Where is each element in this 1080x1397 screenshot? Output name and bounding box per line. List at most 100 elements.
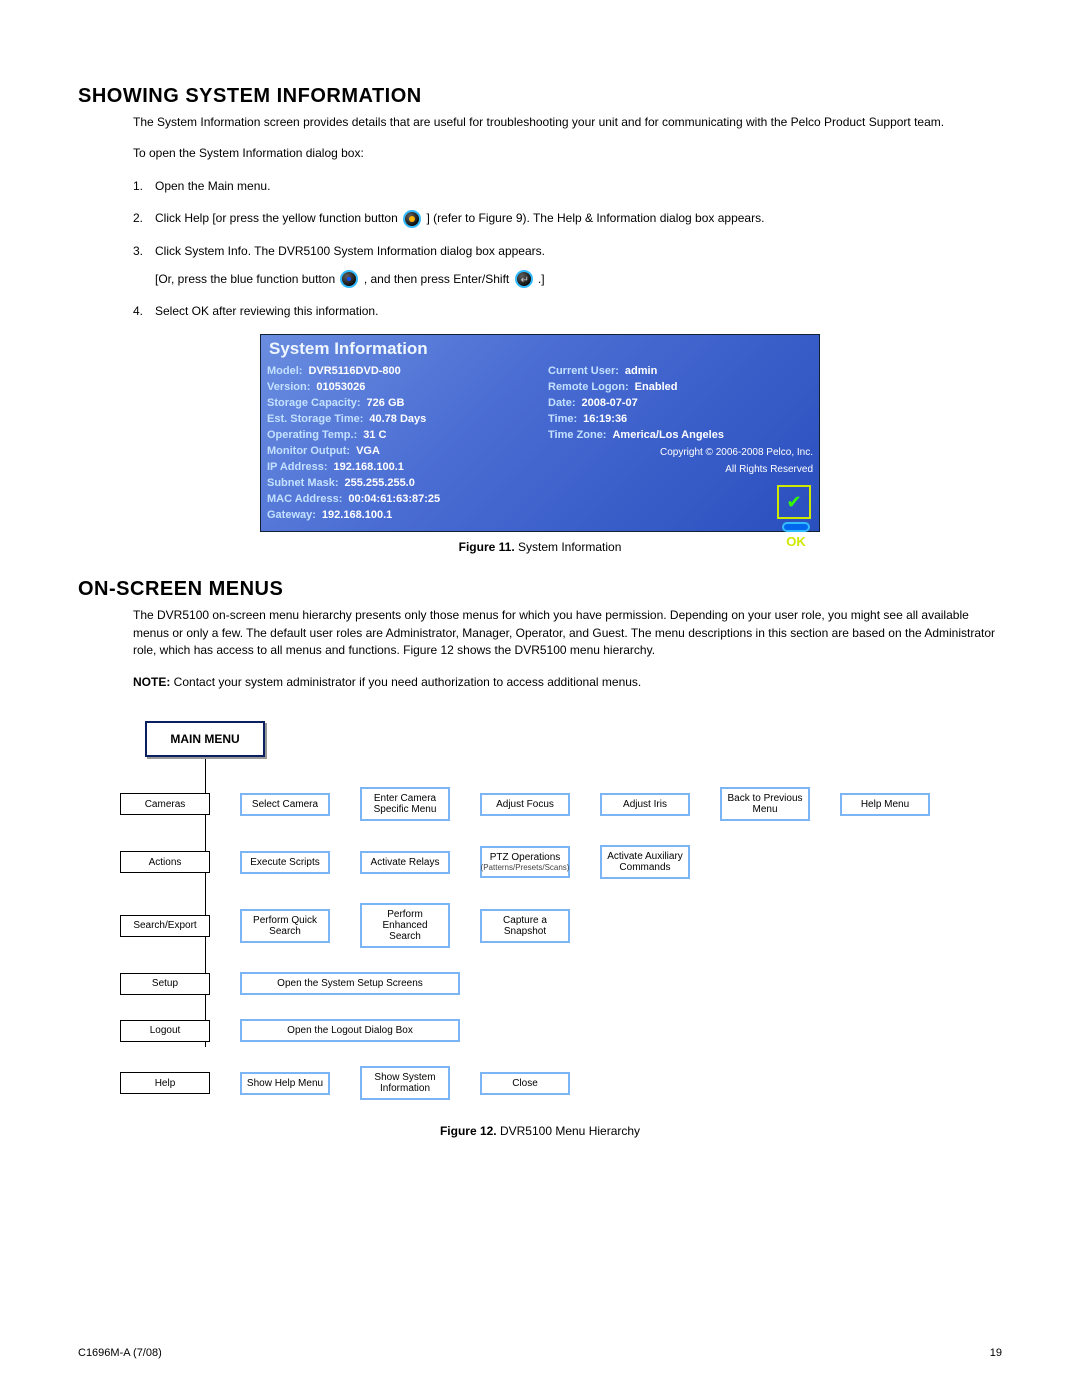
enter-shift-button-icon — [515, 270, 533, 288]
monitor-value: VGA — [356, 445, 380, 457]
section1-intro: The System Information screen provides d… — [133, 114, 1002, 131]
cameras-box: Cameras — [120, 793, 210, 815]
select-camera-box: Select Camera — [240, 793, 330, 816]
step4-text: Select OK after reviewing this informati… — [155, 302, 1002, 320]
open-logout-dialog-box: Open the Logout Dialog Box — [240, 1019, 460, 1042]
steps-list: 1. Open the Main menu. 2. Click Help [or… — [133, 177, 1002, 321]
current-user-value: admin — [625, 365, 657, 377]
yellow-function-button-icon — [403, 210, 421, 228]
menu-hierarchy-diagram: MAIN MENU Cameras Select Camera Enter Ca… — [120, 721, 960, 1100]
current-user-label: Current User: — [548, 365, 619, 377]
footer-left: C1696M-A (7/08) — [78, 1347, 162, 1359]
date-label: Date: — [548, 397, 576, 409]
step3-sub-b: , and then press Enter/Shift — [364, 272, 509, 286]
page-footer: C1696M-A (7/08) 19 — [78, 1347, 1002, 1359]
blue-function-button-icon — [340, 270, 358, 288]
monitor-label: Monitor Output: — [267, 445, 350, 457]
ok-check-icon[interactable]: ✔ — [777, 485, 811, 519]
help-menu-box: Help Menu — [840, 793, 930, 816]
note-bold: NOTE: — [133, 675, 170, 689]
figure12-caption: Figure 12. DVR5100 Menu Hierarchy — [78, 1124, 1002, 1138]
time-value: 16:19:36 — [583, 413, 627, 425]
fig12-bold: Figure 12. — [440, 1124, 497, 1138]
back-to-previous-box: Back to Previous Menu — [720, 787, 810, 821]
step2-text: Click Help [or press the yellow function… — [155, 209, 1002, 228]
est-storage-label: Est. Storage Time: — [267, 413, 363, 425]
show-system-info-box: Show System Information — [360, 1066, 450, 1100]
execute-scripts-box: Execute Scripts — [240, 851, 330, 874]
section2-note: NOTE: Contact your system administrator … — [133, 674, 1002, 691]
fig12-text: DVR5100 Menu Hierarchy — [497, 1124, 640, 1138]
quick-search-box: Perform Quick Search — [240, 909, 330, 943]
time-label: Time: — [548, 413, 577, 425]
section1-openline: To open the System Information dialog bo… — [133, 145, 1002, 162]
step2b: ] (refer to Figure 9). The Help & Inform… — [426, 211, 764, 225]
fig11-bold: Figure 11. — [459, 540, 515, 554]
date-value: 2008-07-07 — [582, 397, 638, 409]
search-export-box: Search/Export — [120, 915, 210, 937]
ptz-label: PTZ Operations — [490, 852, 561, 863]
ip-value: 192.168.100.1 — [334, 461, 404, 473]
est-storage-value: 40.78 Days — [369, 413, 426, 425]
sysinfo-right-col: Current User:admin Remote Logon:Enabled … — [548, 365, 813, 525]
capture-snapshot-box: Capture a Snapshot — [480, 909, 570, 943]
ptz-sub: (Patterns/Presets/Scans) — [481, 863, 570, 872]
show-help-menu-box: Show Help Menu — [240, 1072, 330, 1095]
mac-value: 00:04:61:63:87:25 — [348, 493, 440, 505]
version-value: 01053026 — [316, 381, 365, 393]
gateway-value: 192.168.100.1 — [322, 509, 392, 521]
subnet-value: 255.255.255.0 — [345, 477, 415, 489]
gateway-label: Gateway: — [267, 509, 316, 521]
step3-sub-c: .] — [538, 272, 545, 286]
figure11-caption: Figure 11. System Information — [78, 540, 1002, 554]
ok-dot-icon — [782, 522, 810, 532]
section2-heading: ON-SCREEN MENUS — [78, 578, 1002, 601]
model-value: DVR5116DVD-800 — [308, 365, 400, 377]
enhanced-search-box: Perform Enhanced Search — [360, 903, 450, 948]
main-menu-box: MAIN MENU — [145, 721, 265, 757]
temp-label: Operating Temp.: — [267, 429, 357, 441]
step1-text: Open the Main menu. — [155, 177, 1002, 195]
step-num: 1. — [133, 177, 155, 195]
remote-logon-value: Enabled — [635, 381, 678, 393]
close-box: Close — [480, 1072, 570, 1095]
ip-label: IP Address: — [267, 461, 328, 473]
setup-box: Setup — [120, 973, 210, 995]
open-setup-screens-box: Open the System Setup Screens — [240, 972, 460, 995]
step-num: 4. — [133, 302, 155, 320]
model-label: Model: — [267, 365, 302, 377]
ptz-operations-box: PTZ Operations (Patterns/Presets/Scans) — [480, 846, 570, 878]
ok-button-region: ✔ OK — [777, 485, 815, 549]
version-label: Version: — [267, 381, 310, 393]
step3-main: Click System Info. The DVR5100 System In… — [155, 244, 545, 258]
activate-aux-box: Activate Auxiliary Commands — [600, 845, 690, 879]
logout-box: Logout — [120, 1020, 210, 1042]
section1-heading: SHOWING SYSTEM INFORMATION — [78, 85, 1002, 108]
remote-logon-label: Remote Logon: — [548, 381, 629, 393]
step2a: Click Help [or press the yellow function… — [155, 211, 398, 225]
copyright-line2: All Rights Reserved — [548, 464, 813, 475]
capacity-value: 726 GB — [367, 397, 405, 409]
enter-camera-menu-box: Enter Camera Specific Menu — [360, 787, 450, 821]
adjust-focus-box: Adjust Focus — [480, 793, 570, 816]
timezone-label: Time Zone: — [548, 429, 606, 441]
sysinfo-title: System Information — [267, 335, 813, 365]
step3-text: Click System Info. The DVR5100 System In… — [155, 242, 1002, 289]
actions-box: Actions — [120, 851, 210, 873]
section2-para: The DVR5100 on-screen menu hierarchy pre… — [133, 607, 1002, 659]
help-box: Help — [120, 1072, 210, 1094]
capacity-label: Storage Capacity: — [267, 397, 361, 409]
fig11-text: System Information — [515, 540, 622, 554]
note-text: Contact your system administrator if you… — [170, 675, 641, 689]
step-num: 3. — [133, 242, 155, 260]
temp-value: 31 C — [363, 429, 386, 441]
step-num: 2. — [133, 209, 155, 227]
subnet-label: Subnet Mask: — [267, 477, 339, 489]
adjust-iris-box: Adjust Iris — [600, 793, 690, 816]
sysinfo-screenshot: System Information Model: DVR5116DVD-800 … — [260, 334, 820, 532]
copyright-line1: Copyright © 2006-2008 Pelco, Inc. — [548, 447, 813, 458]
ok-label[interactable]: OK — [777, 534, 815, 549]
step3-sub-a: [Or, press the blue function button — [155, 272, 335, 286]
footer-right: 19 — [990, 1347, 1002, 1359]
sysinfo-left-col: Model: DVR5116DVD-800 Version: 01053026 St… — [267, 365, 532, 525]
